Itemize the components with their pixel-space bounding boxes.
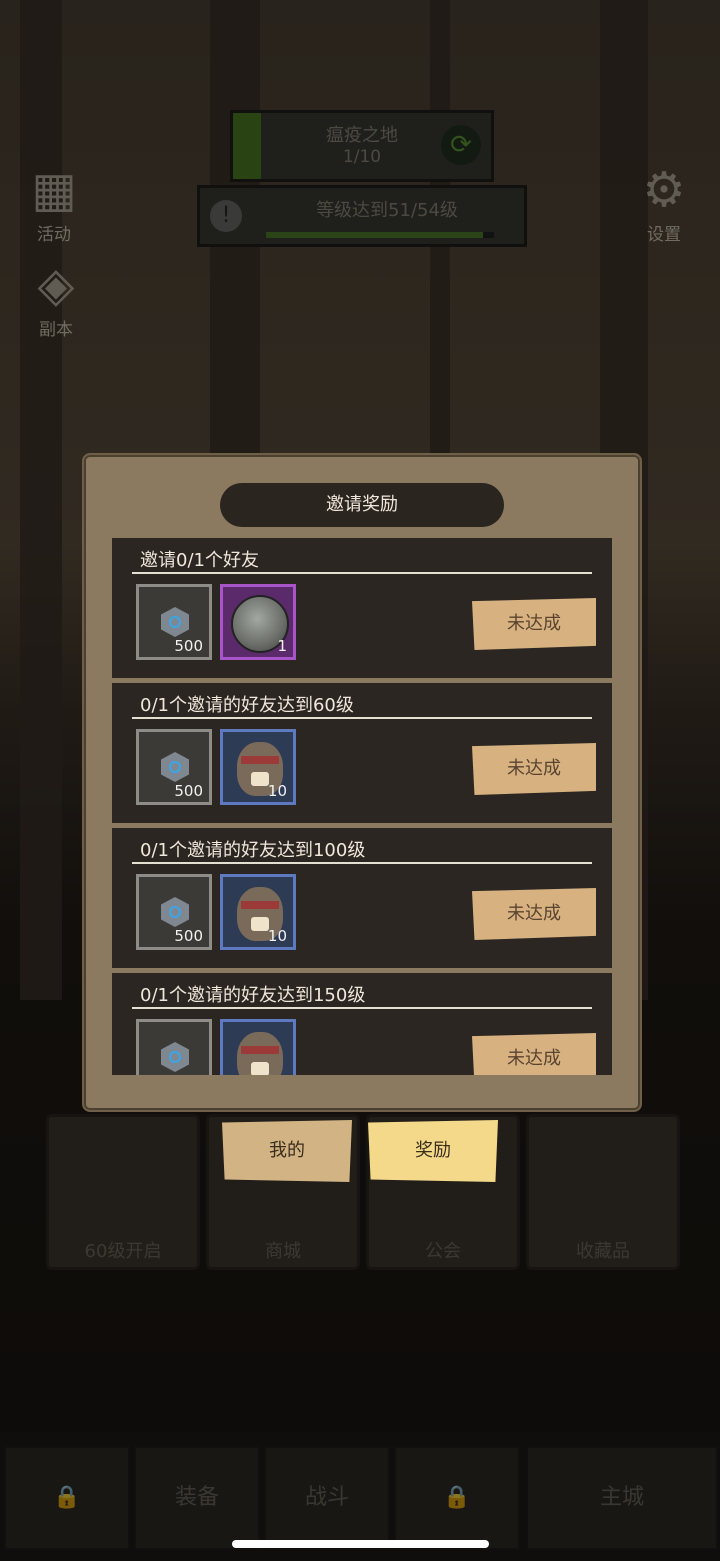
- reward-item-hero[interactable]: [220, 1019, 296, 1075]
- reward-item-hero[interactable]: 10: [220, 729, 296, 805]
- tab-mine[interactable]: 我的: [222, 1120, 352, 1182]
- list-item: 邀请0/1个好友 500 1 未达成: [112, 538, 612, 678]
- list-item: 0/1个邀请的好友达到150级 未达成: [112, 973, 612, 1075]
- gem-icon: [161, 752, 189, 782]
- invite-reward-panel: 邀请奖励 邀请0/1个好友 500 1 未达成 0/1个邀请的好友达到60级 5…: [82, 453, 642, 1112]
- gem-icon: [161, 1042, 189, 1072]
- gem-icon: [161, 897, 189, 927]
- reward-item-orb[interactable]: 1: [220, 584, 296, 660]
- status-button[interactable]: 未达成: [472, 1033, 596, 1075]
- panel-title: 邀请奖励: [220, 483, 504, 527]
- gem-icon: [161, 607, 189, 637]
- reward-item-gem[interactable]: 500: [136, 874, 212, 950]
- reward-item-gem[interactable]: [136, 1019, 212, 1075]
- status-button[interactable]: 未达成: [472, 888, 596, 940]
- reward-item-hero[interactable]: 10: [220, 874, 296, 950]
- hero-portrait-icon: [237, 1032, 283, 1075]
- list-item: 0/1个邀请的好友达到100级 500 10 未达成: [112, 828, 612, 968]
- divider: [132, 717, 592, 719]
- status-button[interactable]: 未达成: [472, 598, 596, 650]
- item-count: 10: [267, 782, 287, 800]
- row-title: 0/1个邀请的好友达到150级: [140, 985, 366, 1006]
- list-item: 0/1个邀请的好友达到60级 500 10 未达成: [112, 683, 612, 823]
- divider: [132, 862, 592, 864]
- item-count: 500: [174, 927, 203, 945]
- item-count: 500: [174, 782, 203, 800]
- item-count: 10: [267, 927, 287, 945]
- row-title: 邀请0/1个好友: [140, 550, 259, 571]
- row-title: 0/1个邀请的好友达到100级: [140, 840, 366, 861]
- reward-item-gem[interactable]: 500: [136, 729, 212, 805]
- home-indicator[interactable]: [232, 1540, 489, 1548]
- tab-reward[interactable]: 奖励: [368, 1120, 498, 1182]
- reward-list[interactable]: 邀请0/1个好友 500 1 未达成 0/1个邀请的好友达到60级 500 10: [112, 538, 612, 1075]
- divider: [132, 1007, 592, 1009]
- status-button[interactable]: 未达成: [472, 743, 596, 795]
- divider: [132, 572, 592, 574]
- reward-item-gem[interactable]: 500: [136, 584, 212, 660]
- row-title: 0/1个邀请的好友达到60级: [140, 695, 354, 716]
- item-count: 500: [174, 637, 203, 655]
- item-count: 1: [277, 637, 287, 655]
